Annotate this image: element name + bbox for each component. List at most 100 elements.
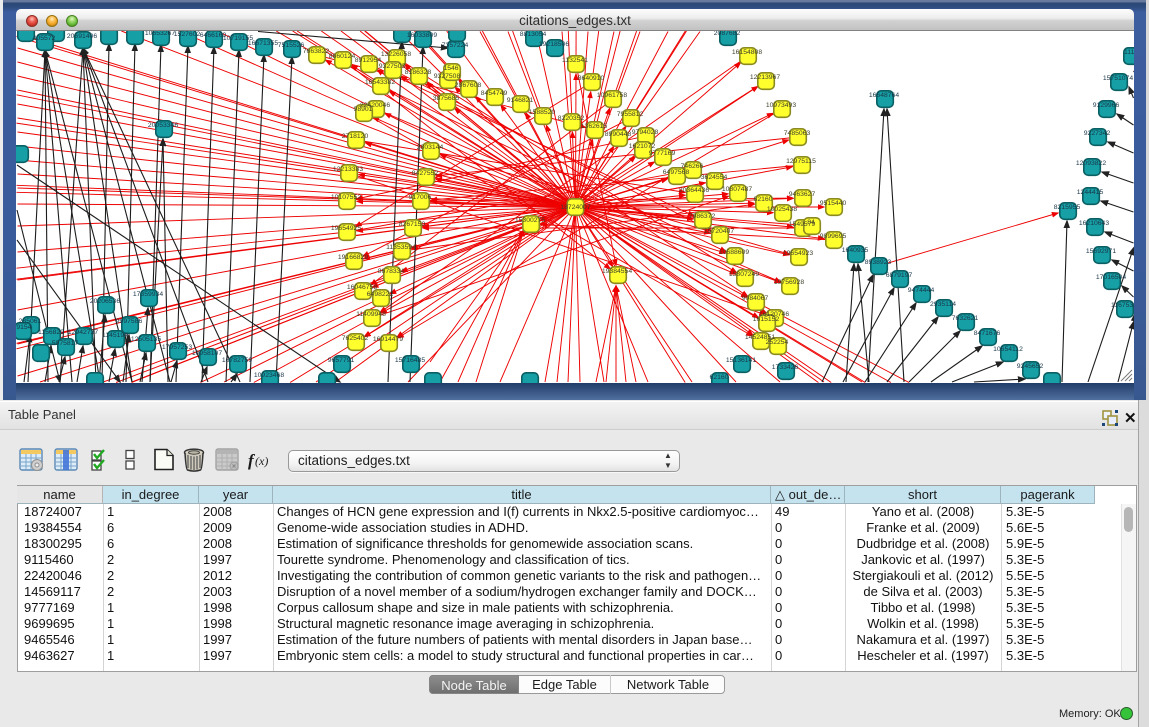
svg-text:9327503: 9327503 xyxy=(379,63,406,70)
svg-text:11353594: 11353594 xyxy=(386,244,416,251)
svg-text:9474444: 9474444 xyxy=(908,287,935,294)
svg-text:19654923: 19654923 xyxy=(783,250,813,257)
svg-text:8660124: 8660124 xyxy=(329,53,356,60)
svg-text:16543382: 16543382 xyxy=(365,79,395,86)
svg-text:7632621: 7632621 xyxy=(952,315,979,322)
svg-text:12975115: 12975115 xyxy=(786,158,816,165)
svg-text:9327508: 9327508 xyxy=(434,73,461,80)
svg-text:6498222: 6498222 xyxy=(367,291,394,298)
svg-text:12093822: 12093822 xyxy=(1076,160,1106,167)
svg-text:9515440: 9515440 xyxy=(820,200,847,207)
svg-text:10807487: 10807487 xyxy=(722,186,752,193)
svg-text:10973493: 10973493 xyxy=(766,102,796,109)
svg-text:62160: 62160 xyxy=(710,374,729,381)
svg-text:7625402: 7625402 xyxy=(342,335,369,342)
svg-text:1621072: 1621072 xyxy=(629,143,656,150)
svg-text:9129966: 9129966 xyxy=(1093,102,1120,109)
svg-text:9084067: 9084067 xyxy=(742,295,769,302)
svg-text:16782759: 16782759 xyxy=(222,357,252,364)
svg-text:8938923: 8938923 xyxy=(865,259,892,266)
svg-text:9777169: 9777169 xyxy=(649,150,676,157)
svg-text:17957253: 17957253 xyxy=(162,344,192,351)
svg-text:2803144: 2803144 xyxy=(417,144,444,151)
svg-text:20206536: 20206536 xyxy=(90,298,120,305)
svg-text:(x): (x) xyxy=(255,454,268,468)
svg-text:1167533: 1167533 xyxy=(1111,302,1134,309)
svg-text:8912954: 8912954 xyxy=(355,57,382,64)
svg-text:20364436: 20364436 xyxy=(679,187,709,194)
svg-text:17016504: 17016504 xyxy=(1096,274,1126,281)
svg-text:1615152: 1615152 xyxy=(753,316,780,323)
svg-text:20053346: 20053346 xyxy=(148,122,178,129)
svg-text:11409948: 11409948 xyxy=(356,311,386,318)
svg-text:1244415: 1244415 xyxy=(1077,189,1104,196)
svg-text:8471676: 8471676 xyxy=(974,330,1001,337)
svg-text:9997586: 9997586 xyxy=(116,318,143,325)
svg-text:15716485: 15716485 xyxy=(395,357,425,364)
svg-text:5975817: 5975817 xyxy=(52,340,79,347)
svg-text:12213383: 12213383 xyxy=(333,166,363,173)
svg-text:10688609: 10688609 xyxy=(719,249,749,256)
svg-text:10025438: 10025438 xyxy=(767,206,797,213)
svg-text:10961758: 10961758 xyxy=(597,92,627,99)
svg-text:1156829: 1156829 xyxy=(38,329,64,336)
svg-text:16914479: 16914479 xyxy=(373,336,403,343)
svg-text:17359934: 17359934 xyxy=(133,291,163,298)
svg-text:8990448: 8990448 xyxy=(605,131,632,138)
svg-text:15751074: 15751074 xyxy=(1103,75,1133,82)
svg-text:1527602: 1527602 xyxy=(174,31,201,38)
svg-text:7357224: 7357224 xyxy=(442,42,469,49)
svg-text:7955812: 7955812 xyxy=(617,111,644,118)
svg-text:1145194: 1145194 xyxy=(102,332,128,339)
svg-text:1362615: 1362615 xyxy=(581,123,608,130)
svg-text:8220352: 8220352 xyxy=(558,115,585,122)
svg-text:98901: 98901 xyxy=(354,106,373,113)
svg-text:13226058: 13226058 xyxy=(381,51,411,58)
svg-text:19384554: 19384554 xyxy=(602,268,632,275)
svg-text:15807249: 15807249 xyxy=(729,271,759,278)
svg-text:10923468: 10923468 xyxy=(254,372,284,379)
svg-text:15136141: 15136141 xyxy=(726,357,756,364)
svg-text:16648764: 16648764 xyxy=(869,92,899,99)
svg-text:10107552: 10107552 xyxy=(331,194,361,201)
svg-text:19654925: 19654925 xyxy=(331,225,361,232)
svg-text:1640935: 1640935 xyxy=(842,247,869,254)
svg-text:1546: 1546 xyxy=(443,65,458,72)
svg-text:2087682: 2087682 xyxy=(714,31,741,37)
svg-text:19218506: 19218506 xyxy=(539,41,569,48)
svg-text:15692971: 15692971 xyxy=(1086,248,1116,255)
svg-text:15300275: 15300275 xyxy=(515,217,545,224)
svg-text:746266: 746266 xyxy=(681,163,704,170)
svg-text:6497568: 6497568 xyxy=(663,169,690,176)
svg-text:84: 84 xyxy=(807,219,815,226)
svg-text:15720407: 15720407 xyxy=(704,228,734,235)
svg-text:6879197: 6879197 xyxy=(886,272,913,279)
svg-text:10654112: 10654112 xyxy=(993,346,1023,353)
svg-text:10653267: 10653267 xyxy=(145,31,175,37)
svg-text:10958107: 10958107 xyxy=(192,350,222,357)
svg-text:2935114: 2935114 xyxy=(930,301,956,308)
svg-text:2867608: 2867608 xyxy=(455,82,482,89)
svg-text:19166829: 19166829 xyxy=(338,254,368,261)
svg-text:8640910: 8640910 xyxy=(578,75,605,82)
svg-text:3875685: 3875685 xyxy=(433,95,460,102)
svg-text:405572: 405572 xyxy=(33,35,56,42)
svg-text:9794028: 9794028 xyxy=(632,129,659,136)
svg-text:20691406: 20691406 xyxy=(67,33,97,40)
svg-text:16154808: 16154808 xyxy=(732,49,762,56)
svg-text:7515526: 7515526 xyxy=(278,42,305,49)
svg-text:9146821: 9146821 xyxy=(507,97,534,104)
svg-text:2718120: 2718120 xyxy=(342,133,369,140)
svg-text:12213967: 12213967 xyxy=(750,74,780,81)
svg-text:1733426: 1733426 xyxy=(772,364,799,371)
svg-text:9463627: 9463627 xyxy=(789,191,816,198)
svg-text:8813054: 8813054 xyxy=(520,31,547,38)
svg-text:7663822: 7663822 xyxy=(303,48,330,55)
svg-text:9899695: 9899695 xyxy=(820,233,847,240)
svg-text:9657791: 9657791 xyxy=(328,357,355,364)
svg-text:19756928: 19756928 xyxy=(774,279,804,286)
svg-text:8427552: 8427552 xyxy=(412,170,439,177)
svg-text:252254: 252254 xyxy=(766,339,789,346)
svg-text:12505135: 12505135 xyxy=(131,336,161,343)
svg-text:12942737: 12942737 xyxy=(68,329,98,336)
